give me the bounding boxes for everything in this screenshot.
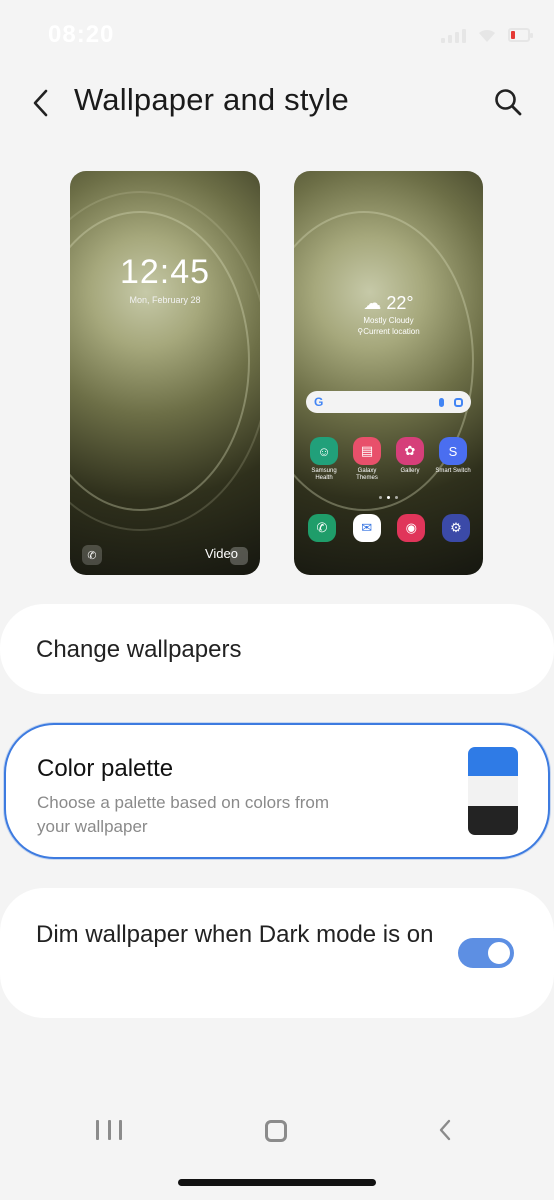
home-button[interactable] [265, 1120, 287, 1142]
swatch-blue [468, 747, 518, 777]
header: Wallpaper and style [0, 72, 554, 132]
lock-date: Mon, February 28 [129, 295, 201, 305]
back-icon [439, 1119, 451, 1141]
app-label: Smart Switch [435, 468, 471, 474]
app-samsung-health: ☺ Samsung Health [306, 437, 342, 482]
dim-wallpaper-card[interactable]: Dim wallpaper when Dark mode is on [0, 888, 554, 1018]
color-palette-description: Choose a palette based on colors from yo… [37, 793, 330, 836]
camera-shortcut-icon [230, 547, 248, 565]
weather-cloud-icon: ☁ [363, 293, 382, 313]
color-palette-card[interactable]: Color palette Choose a palette based on … [4, 723, 550, 859]
weather-temp: ☁ 22° [363, 293, 414, 313]
back-button[interactable] [24, 86, 58, 120]
status-icons [441, 27, 533, 43]
navigation-bar [0, 1100, 554, 1160]
samsung-health-icon: ☺ [310, 437, 338, 465]
google-search-bar: G [306, 391, 471, 413]
palette-swatch[interactable] [468, 747, 518, 835]
app-label: Galaxy Themes [356, 468, 378, 482]
app-galaxy-themes: ▤ Galaxy Themes [349, 437, 385, 482]
app-label: Gallery [400, 468, 420, 474]
swatch-light [468, 776, 518, 806]
gallery-icon: ✿ [396, 437, 424, 465]
page-title: Wallpaper and style [74, 82, 349, 117]
galaxy-themes-icon: ▤ [353, 437, 381, 465]
battery-icon [508, 28, 533, 42]
dim-wallpaper-toggle[interactable] [458, 938, 514, 968]
swatch-dark [468, 805, 518, 835]
weather-condition: Mostly Cloudy [363, 316, 414, 325]
messages-icon: ✉ [352, 514, 381, 542]
home-indicator[interactable] [178, 1179, 376, 1186]
color-palette-title: Color palette [37, 755, 174, 782]
page-indicator [294, 496, 483, 499]
settings-icon: ⚙ [441, 514, 470, 542]
dim-wallpaper-label: Dim wallpaper when Dark mode is on [36, 921, 434, 948]
change-wallpapers-label: Change wallpapers [36, 636, 242, 663]
home-screen-preview[interactable]: ☁ 22° Mostly Cloudy ⚲Current location G … [294, 171, 483, 575]
lock-clock: 12:45 [119, 253, 211, 291]
nav-back-button[interactable] [432, 1116, 458, 1144]
google-icon: G [314, 395, 324, 409]
change-wallpapers-card[interactable]: Change wallpapers [0, 604, 554, 694]
app-label: Samsung Health [311, 468, 337, 482]
lock-screen-preview[interactable]: 12:45 Mon, February 28 ✆ Video [70, 171, 260, 575]
weather-location: ⚲Current location [357, 327, 420, 336]
status-bar: 08:20 [0, 0, 554, 70]
app-gallery: ✿ Gallery [392, 437, 428, 482]
weather-widget: ☁ 22° Mostly Cloudy ⚲Current location [294, 293, 483, 336]
recent-apps-button[interactable] [96, 1120, 122, 1140]
search-icon [495, 89, 522, 116]
phone-icon: ✆ [308, 514, 336, 542]
wifi-icon [479, 29, 495, 42]
mic-icon [439, 397, 444, 407]
status-time: 08:20 [48, 21, 115, 48]
search-button[interactable] [490, 84, 526, 120]
app-grid: ☺ Samsung Health ▤ Galaxy Themes ✿ Galle… [306, 437, 471, 482]
app-smart-switch: S Smart Switch [435, 437, 471, 482]
wallpaper-arc [70, 191, 260, 531]
lens-icon [454, 397, 463, 407]
chevron-left-icon [33, 89, 48, 117]
phone-shortcut-icon: ✆ [82, 545, 102, 565]
signal-icon [441, 27, 466, 43]
dock: ✆ ✉ ◉ ⚙ [308, 514, 470, 542]
camera-icon: ◉ [397, 514, 426, 542]
smart-switch-icon: S [439, 437, 467, 465]
